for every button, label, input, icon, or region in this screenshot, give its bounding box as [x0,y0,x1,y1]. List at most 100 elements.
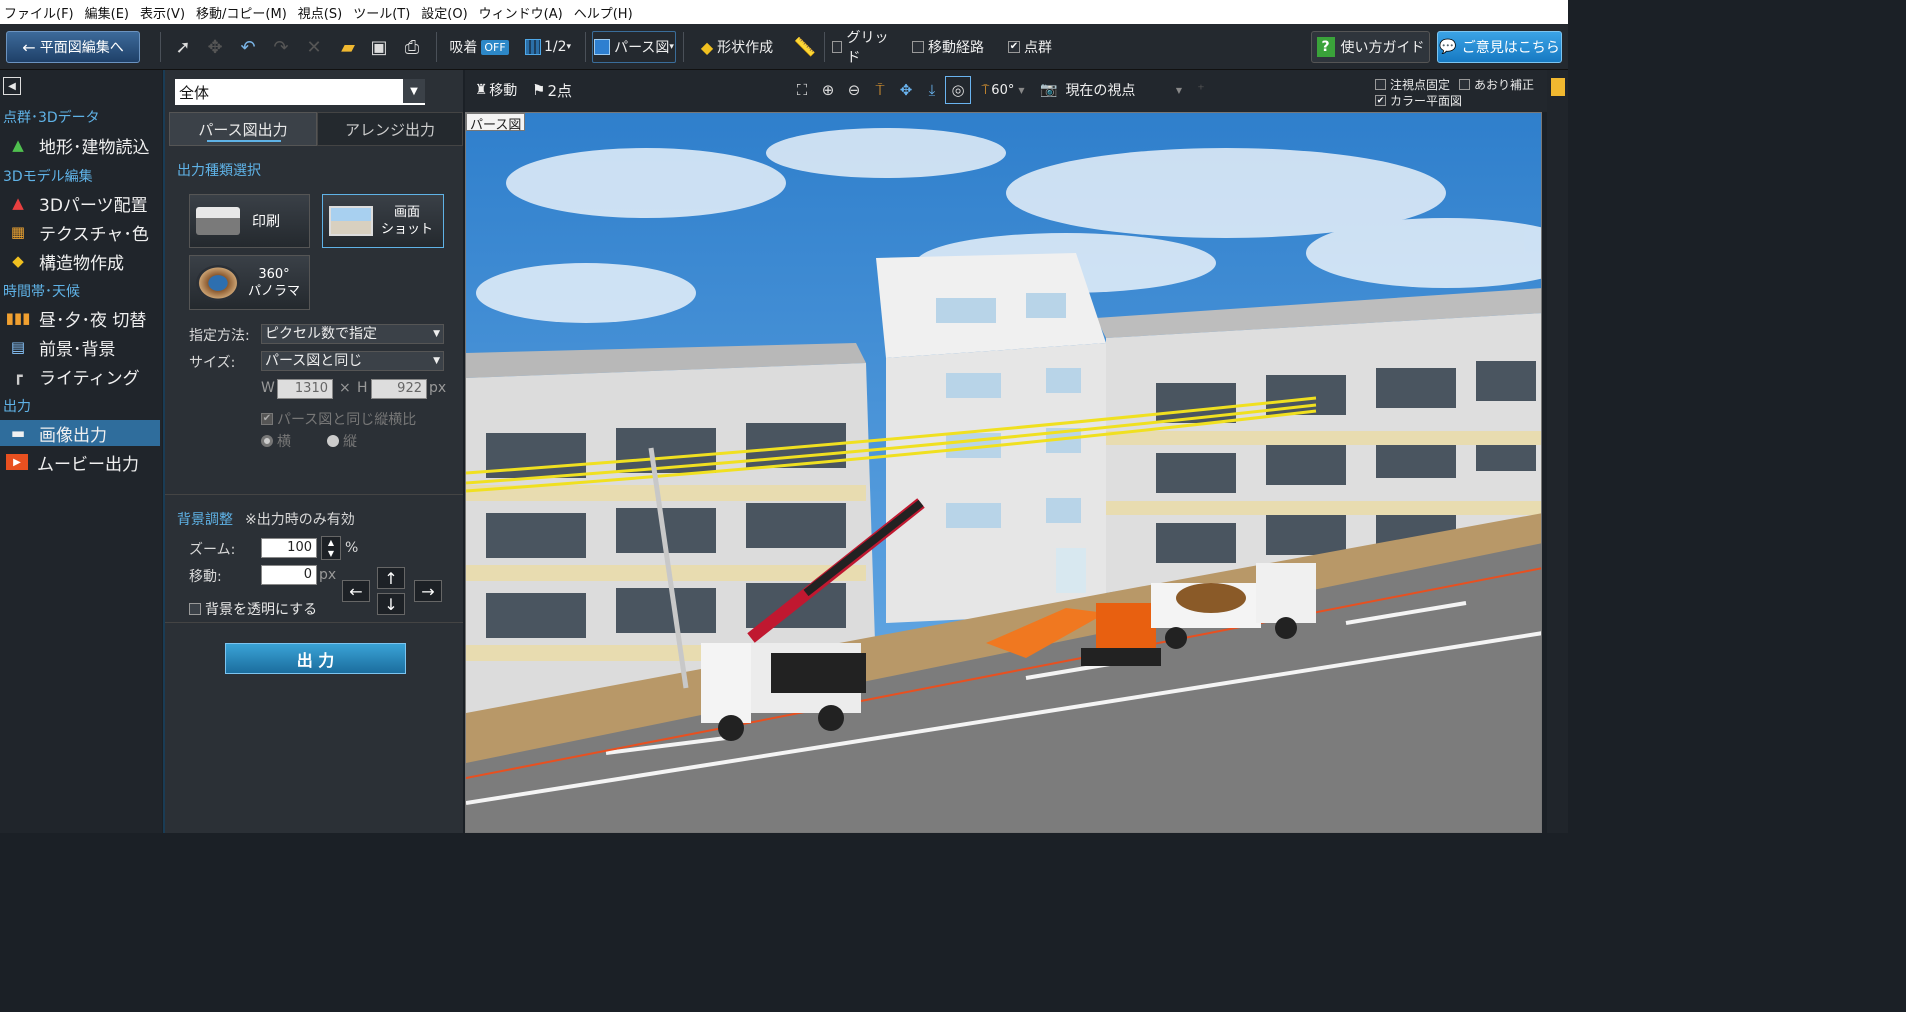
height-label: H [357,380,368,396]
tab-arrange-output[interactable]: アレンジ出力 [317,112,463,146]
fov-dropdown[interactable]: ⍑ 60° ▼ [973,76,1033,104]
menu-file[interactable]: ファイル(F) [4,3,74,22]
panorama-output-button[interactable]: 360° パノラマ [189,255,310,310]
menu-viewpoint[interactable]: 視点(S) [298,3,342,22]
snap-toggle[interactable]: 吸着 OFF [444,31,514,63]
open-folder-icon[interactable]: ▰ [333,31,363,63]
width-field[interactable]: 1310 [277,379,333,399]
print-label: 印刷 [252,214,280,230]
usage-guide-button[interactable]: ? 使い方ガイド [1311,31,1430,63]
save-icon[interactable]: ▣ [364,31,394,63]
menu-tools[interactable]: ツール(T) [353,3,410,22]
undo-icon[interactable]: ↶ [233,31,263,63]
chevron-down-icon: ▾ [566,42,572,52]
transparent-bg-label: 背景を透明にする [205,602,318,618]
shape-create-button[interactable]: ◆ 形状作成 [690,31,784,63]
screenshot-output-button[interactable]: 画面 ショット [322,194,444,248]
grid-ratio-dropdown[interactable]: 1/2 ▾ [518,31,578,63]
sidebar-item-3dparts[interactable]: ▲ 3Dパーツ配置 [0,190,160,216]
menu-settings[interactable]: 設定(O) [421,3,467,22]
select-cursor-icon[interactable]: ➚ [168,31,198,63]
feedback-button[interactable]: 💬 ご意見はこちら [1437,31,1562,63]
move-down-button[interactable]: ↓ [377,593,405,615]
chevron-down-icon: ▼ [1018,85,1025,95]
measure-ruler-icon[interactable]: 📏 [790,31,820,63]
back-to-plan-label: 平面図編集へ [39,40,124,56]
fov-value: 60° [991,82,1015,98]
terrain-icon: ▲ [12,136,24,154]
move-left-button[interactable]: ← [342,580,370,602]
height-field[interactable]: 922 [371,379,427,399]
menu-edit[interactable]: 編集(E) [85,3,129,22]
sidebar-item-daynight[interactable]: ▮▮▮ 昼･夕･夜 切替 [0,305,160,331]
sidebar-item-terrain-load[interactable]: ▲ 地形･建物読込 [0,132,160,158]
daynight-icon: ▮▮▮ [5,309,31,327]
pointcloud-checkbox-box: ✔ [1008,41,1020,53]
orientation-vertical-label: 縦 [343,434,357,450]
output-button[interactable]: 出 力 [225,643,406,674]
perspective-viewport[interactable]: パース図 [465,112,1542,833]
redo-icon: ↷ [273,36,289,58]
method-dropdown[interactable]: ピクセル数で指定 ▼ [261,324,444,344]
orbit-icon[interactable]: ◎ [945,76,971,104]
eye-height-icon[interactable]: ⍑ [867,76,893,104]
walk-move-label: 移動 [489,83,518,99]
walk-move-button[interactable]: ♜ 移動 [469,76,523,104]
photo-icon [329,206,373,236]
zoom-out-icon[interactable]: ⊖ [841,76,867,104]
right-panel-toggle-icon[interactable] [1551,78,1565,96]
fit-view-icon[interactable]: ⛶ [789,76,815,104]
viewpoint-dropdown[interactable]: 📷 現在の視点 ▼ [1040,76,1186,104]
sidebar-item-label: 構造物作成 [39,253,124,274]
print-output-button[interactable]: 印刷 [189,194,310,248]
back-to-plan-button[interactable]: ← 平面図編集へ [6,31,140,63]
aspect-label: パース図と同じ縦横比 [277,412,417,428]
grid-checkbox-label: グリッド [846,30,889,66]
transparent-bg-checkbox[interactable]: 背景を透明にする [189,599,317,619]
sidebar-item-lighting[interactable]: ┏ ライティング [0,363,160,389]
descend-icon[interactable]: ⤓ [919,76,945,104]
viewpoint-value: 現在の視点 [1065,83,1136,99]
sidebar-item-structure[interactable]: ◆ 構造物作成 [0,248,160,274]
route-checkbox[interactable]: 移動経路 [908,31,988,63]
menu-help[interactable]: ヘルプ(H) [574,3,633,22]
scope-dropdown[interactable]: 全体 ▼ [175,79,425,105]
collapse-sidebar-icon[interactable]: ◀ [3,77,21,95]
camera-icon: 📷 [1040,82,1058,98]
view-mode-dropdown[interactable]: パース図 ▾ [592,31,676,63]
move-field[interactable]: 0 [261,565,317,585]
printer-icon [196,207,240,235]
grid-checkbox-box [832,41,843,53]
size-dropdown[interactable]: パース図と同じ ▼ [261,351,444,371]
print-icon[interactable]: ⎙ [397,31,427,63]
pan-icon[interactable]: ✥ [893,76,919,104]
toolbar-divider [824,32,825,62]
sidebar-item-texture[interactable]: ▦ テクスチャ･色 [0,219,160,245]
background-adjust-note: ※出力時のみ有効 [245,512,355,528]
two-point-button[interactable]: ⚑ 2点 [525,76,579,104]
zoom-stepper[interactable]: ▲ ▼ [321,536,341,560]
menu-window[interactable]: ウィンドウ(A) [479,3,563,22]
menu-view[interactable]: 表示(V) [140,3,185,22]
move-up-button[interactable]: ↑ [377,567,405,589]
fixed-target-checkbox-box [1375,79,1386,90]
two-point-label: 2点 [547,81,572,100]
sidebar-item-label: テクスチャ･色 [39,224,149,245]
route-checkbox-box [912,41,924,53]
zoom-field[interactable]: 100 [261,538,317,558]
panel-divider [165,494,463,495]
zoom-in-icon[interactable]: ⊕ [815,76,841,104]
sidebar-item-movie-output[interactable]: ▶ ムービー出力 [0,449,160,475]
sidebar-item-foreground-background[interactable]: ▤ 前景･背景 [0,334,160,360]
grid-checkbox[interactable]: グリッド [832,30,894,66]
view-mode-value: パース図 [614,40,670,56]
menu-move-copy[interactable]: 移動/コピー(M) [196,3,287,22]
pointcloud-checkbox[interactable]: ✔ 点群 [1004,31,1056,63]
percent-unit: % [345,540,359,556]
fixed-target-checkbox[interactable]: 注視点固定 [1375,76,1450,93]
tilt-correct-checkbox[interactable]: あおり補正 [1459,76,1534,93]
move-right-button[interactable]: → [414,580,442,602]
sidebar-item-image-output[interactable]: ▬ 画像出力 [0,420,160,446]
fov-icon: ⍑ [981,82,990,98]
color-plan-checkbox[interactable]: ✔ カラー平面図 [1375,92,1462,109]
